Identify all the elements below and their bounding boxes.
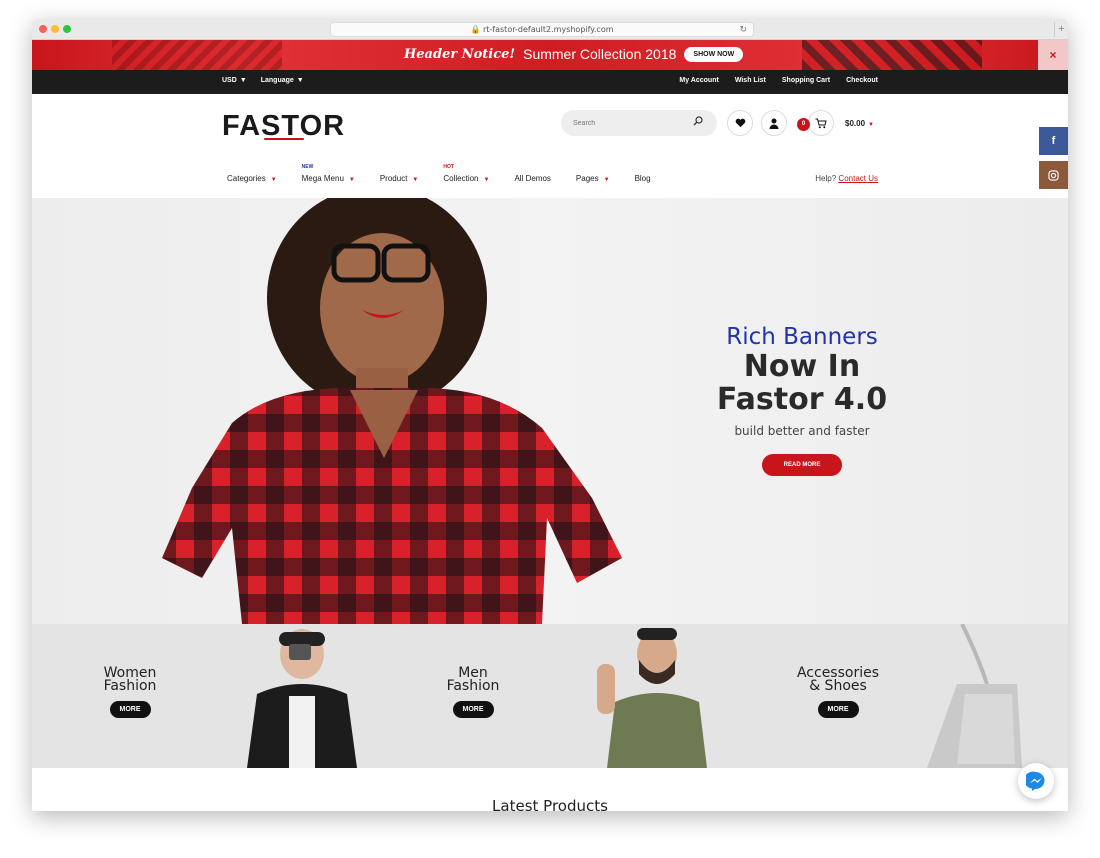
hero-title-line1: Now In [743,349,861,384]
category-men: Men Fashion MORE [418,666,528,718]
url-text: rt-fastor-default2.myshopify.com [482,25,614,34]
women-more-button[interactable]: MORE [109,701,151,718]
notice-emphasis: Header Notice! [404,46,516,62]
nav-categories[interactable]: Categories ▼ [227,174,277,183]
contact-us-link[interactable]: Contact Us [838,174,878,183]
nav-all-demos[interactable]: All Demos [514,174,550,183]
chevron-down-icon: ▼ [483,177,490,183]
language-selector[interactable]: Language ▼ [261,77,304,84]
chevron-down-icon: ▼ [296,77,304,84]
browser-window: 🔒 rt-fastor-default2.myshopify.com ↻ + H… [32,19,1068,811]
cart-count-badge: 0 [797,118,810,131]
search-input[interactable] [561,110,671,136]
category-women: Women Fashion MORE [75,666,185,718]
nav-collection[interactable]: HOT Collection ▼ [443,164,490,183]
new-tab-button[interactable]: + [1054,22,1068,37]
currency-selector[interactable]: USD ▼ [222,77,247,84]
shopping-cart-link[interactable]: Shopping Cart [782,77,830,84]
nav-mega-menu[interactable]: NEW Mega Menu ▼ [301,164,355,183]
nav-product[interactable]: Product ▼ [380,174,419,183]
language-label: Language [260,77,294,84]
category-title-line2: & Shoes [809,678,867,694]
wishlist-button[interactable] [727,110,753,136]
nav-label: All Demos [514,174,551,183]
latest-products-title: Latest Products [492,797,608,811]
maximize-window-button[interactable] [63,25,71,33]
cart-button[interactable] [808,110,834,136]
instagram-button[interactable] [1039,161,1068,189]
category-band: Women Fashion MORE Men Fashion MORE Acce… [32,624,1068,768]
hero-text-block: Rich Banners Now In Fastor 4.0 build bet… [692,324,912,476]
hero-subtitle: Rich Banners [726,324,878,350]
lock-icon: 🔒 [470,25,481,34]
main-nav: Categories ▼ NEW Mega Menu ▼ Product ▼ HOT Co… [227,164,676,183]
minimize-window-button[interactable] [51,25,59,33]
messenger-icon [1026,771,1045,791]
chevron-down-icon: ▼ [270,177,277,183]
wish-list-link[interactable]: Wish List [735,77,766,84]
hero-title-line2: Fastor 4.0 [716,382,888,417]
hero-description: build better and faster [734,424,870,438]
notice-close-button[interactable]: × [1038,40,1068,70]
header-notice: Header Notice! Summer Collection 2018 SH… [32,40,1068,70]
accessories-more-button[interactable]: MORE [817,701,859,718]
instagram-icon [1048,169,1059,181]
category-title-line2: Fashion [446,678,500,694]
notice-text: Summer Collection 2018 [523,46,677,62]
notice-decoration-left [112,40,282,70]
search-icon[interactable] [693,116,703,126]
facebook-icon: f [1051,135,1056,147]
close-window-button[interactable] [39,25,47,33]
nav-label: Mega Menu [301,174,344,183]
new-tag: NEW [301,164,314,170]
notice-decoration-right [802,40,982,70]
logo-underline [264,138,304,140]
bag-category-image [927,624,1022,768]
category-accessories: Accessories & Shoes MORE [783,666,893,718]
currency-label: USD [222,77,237,84]
nav-label: Categories [227,174,266,183]
show-now-button[interactable]: SHOW NOW [684,46,744,62]
help-label: Help? [815,174,837,183]
nav-label: Product [379,174,408,183]
messenger-button[interactable] [1018,763,1054,799]
category-title-line2: Fashion [103,678,157,694]
nav-label: Blog [634,174,651,183]
help-text: Help? Contact Us [815,174,878,183]
chevron-down-icon: ▼ [239,77,247,84]
address-bar[interactable]: 🔒 rt-fastor-default2.myshopify.com ↻ [330,22,754,37]
nav-pages[interactable]: Pages ▼ [576,174,610,183]
site-header: FASTOR 0 $0.00▼ Categories▼ NEWMega Menu… [32,94,1068,198]
search-box [561,110,717,136]
cart-total[interactable]: $0.00 ▼ [845,119,874,128]
chevron-down-icon: ▼ [603,177,610,183]
my-account-link[interactable]: My Account [679,77,718,84]
account-button[interactable] [761,110,787,136]
chevron-down-icon: ▼ [348,177,355,183]
cart-total-value: $0.00 [845,119,866,128]
hero-banner: Rich Banners Now In Fastor 4.0 build bet… [32,198,1068,624]
heart-icon [735,118,745,128]
top-bar: USD ▼ Language ▼ My Account Wish List Shop… [32,70,1068,94]
nav-blog[interactable]: Blog [635,174,651,183]
nav-label: Pages [575,174,599,183]
facebook-button[interactable]: f [1039,127,1068,155]
chevron-down-icon: ▼ [868,122,874,128]
men-category-image [597,628,707,768]
cart-icon [815,118,827,128]
men-more-button[interactable]: MORE [452,701,494,718]
chevron-down-icon: ▼ [412,177,419,183]
hero-model-image [162,198,622,624]
reload-icon[interactable]: ↻ [739,24,747,37]
nav-label: Collection [443,174,479,183]
hot-tag: HOT [443,164,454,170]
user-icon [769,118,779,129]
read-more-button[interactable]: READ MORE [761,454,843,476]
browser-chrome: 🔒 rt-fastor-default2.myshopify.com ↻ + [32,19,1068,40]
checkout-link[interactable]: Checkout [846,77,878,84]
women-category-image [247,629,357,768]
